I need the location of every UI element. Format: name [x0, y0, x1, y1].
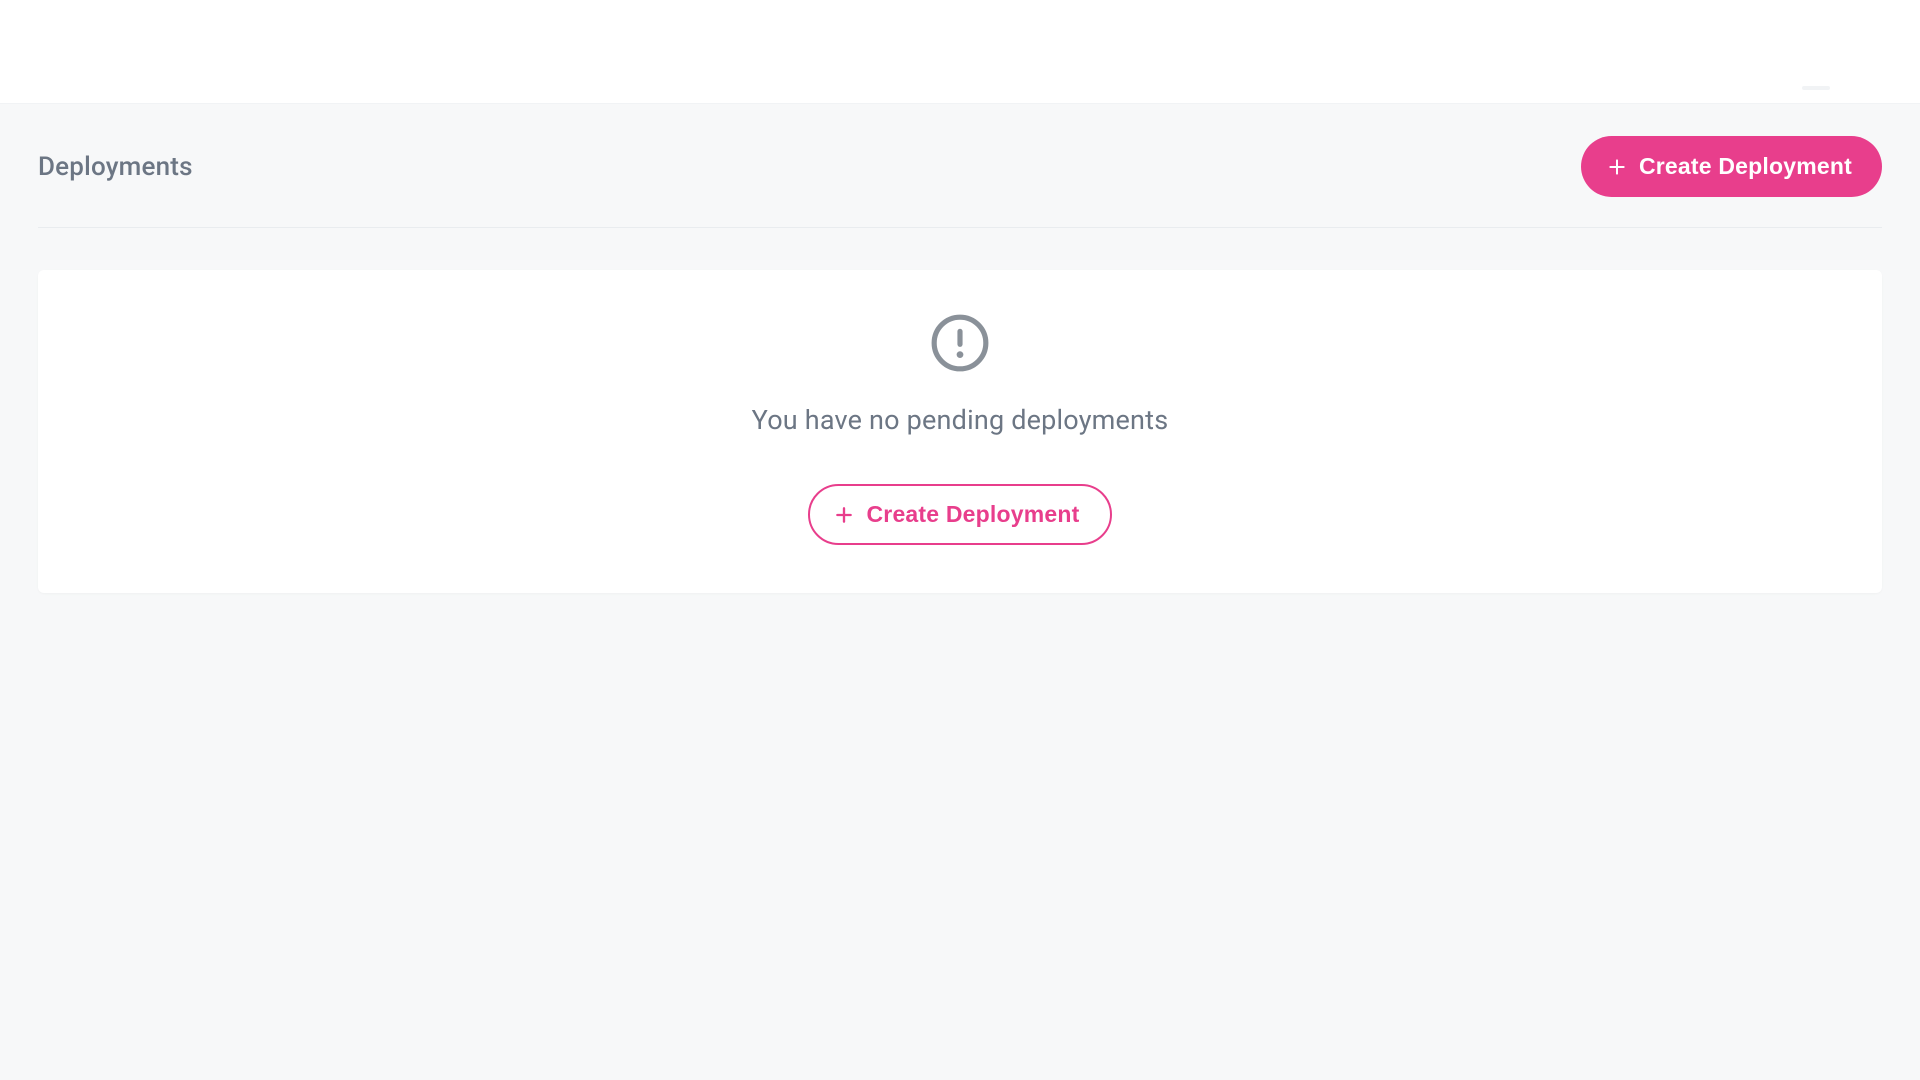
create-deployment-button-secondary[interactable]: Create Deployment: [808, 484, 1111, 545]
create-deployment-button[interactable]: Create Deployment: [1581, 136, 1882, 197]
empty-state-card: You have no pending deployments Create D…: [38, 270, 1882, 593]
alert-circle-icon: [929, 312, 991, 374]
page-header-row: Deployments Create Deployment: [38, 104, 1882, 228]
header-decor: [1802, 86, 1830, 90]
create-deployment-button-label: Create Deployment: [1639, 153, 1852, 180]
page-body: Deployments Create Deployment You have n…: [0, 104, 1920, 1080]
create-deployment-button-secondary-label: Create Deployment: [866, 501, 1079, 528]
top-header-spacer: [0, 0, 1920, 104]
plus-icon: [834, 505, 854, 525]
page-title: Deployments: [38, 152, 193, 182]
empty-state-message: You have no pending deployments: [752, 404, 1169, 436]
plus-icon: [1607, 157, 1627, 177]
